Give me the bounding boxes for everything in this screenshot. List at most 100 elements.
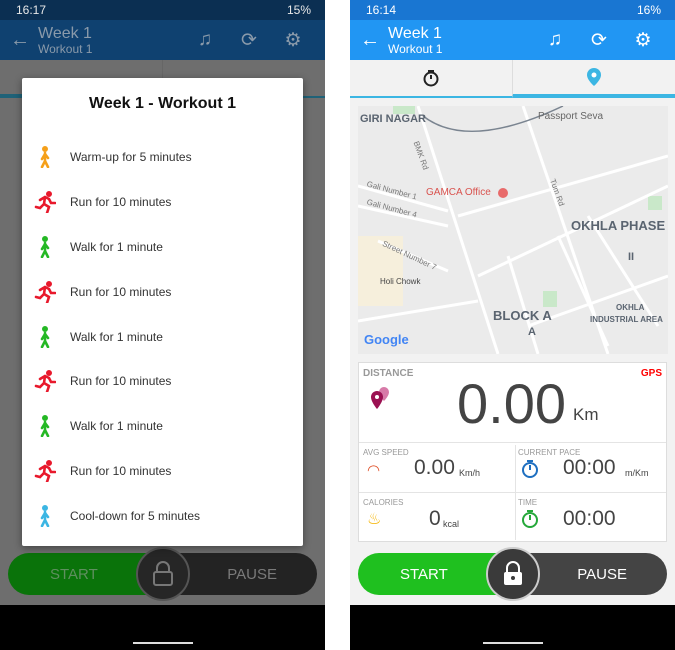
run-icon <box>34 459 56 482</box>
walk-icon <box>40 146 50 169</box>
lock-button[interactable] <box>486 547 540 601</box>
walk-icon <box>40 504 50 527</box>
lock-icon <box>504 561 522 585</box>
tab-map[interactable] <box>512 60 675 98</box>
title: Week 1 <box>38 24 92 42</box>
run-icon <box>34 370 56 393</box>
map-label: BLOCK A <box>493 308 552 323</box>
step-item: Walk for 1 minute <box>22 404 303 449</box>
step-item: Warm-up for 5 minutes <box>22 135 303 180</box>
nav-bar <box>0 605 325 650</box>
location-pin-icon <box>587 68 601 86</box>
dialog-title: Week 1 - Workout 1 <box>89 95 236 112</box>
map-label: OKHLA PHASE <box>571 218 666 233</box>
subtitle: Workout 1 <box>388 41 443 56</box>
distance-unit: Km <box>573 405 599 424</box>
pace-stopwatch-icon <box>522 460 538 478</box>
step-item: Cool-down for 5 minutes <box>22 493 303 538</box>
map-label: OKHLA <box>616 303 645 312</box>
title: Week 1 <box>388 24 442 42</box>
lock-button[interactable] <box>136 547 190 601</box>
calories-label: CALORIES <box>363 498 404 507</box>
map-label: Holi Chowk <box>380 277 421 286</box>
home-handle[interactable] <box>133 642 193 644</box>
tab-timer[interactable] <box>350 60 512 98</box>
distance-label: DISTANCE <box>363 368 414 379</box>
avg-speed-label: AVG SPEED <box>363 448 409 457</box>
avg-speed-unit: Km/h <box>459 468 481 478</box>
divider <box>515 445 516 540</box>
walk-icon <box>40 415 50 438</box>
divider <box>359 492 666 493</box>
time-stopwatch-icon <box>522 510 538 528</box>
status-bar: 16:14 16% <box>350 0 675 20</box>
distance-pins-icon <box>371 387 389 409</box>
walk-icon <box>40 325 50 348</box>
music-icon[interactable]: ♫ <box>183 29 227 51</box>
map-label: GAMCA Office <box>426 187 491 198</box>
lock-icon <box>153 561 173 586</box>
status-bar: 16:17 15% <box>0 0 325 20</box>
tabs <box>350 60 675 98</box>
distance-value: 0.00 <box>457 372 566 435</box>
back-arrow-icon[interactable]: ← <box>10 29 38 52</box>
home-handle[interactable] <box>483 642 543 644</box>
google-logo: Google <box>364 332 409 347</box>
steps-list: Warm-up for 5 minutes Run for 10 minutes W… <box>22 135 303 538</box>
walk-icon <box>40 235 50 258</box>
subtitle: Workout 1 <box>38 41 93 56</box>
status-time: 16:17 <box>16 3 47 17</box>
stopwatch-icon <box>423 70 439 87</box>
back-arrow-icon[interactable]: ← <box>360 29 388 52</box>
status-battery: 16% <box>636 3 661 17</box>
app-bar: ← Week 1 Workout 1 ♫ ⟳ ⚙ <box>350 20 675 60</box>
map-label: A <box>528 326 536 338</box>
gear-icon[interactable]: ⚙ <box>621 29 665 52</box>
step-label: Run for 10 minutes <box>70 463 172 478</box>
step-item: Walk for 1 minute <box>22 225 303 270</box>
avg-speed-value: 0.00 <box>414 456 455 479</box>
step-label: Walk for 1 minute <box>70 329 163 344</box>
step-label: Run for 10 minutes <box>70 374 172 389</box>
status-time: 16:14 <box>366 3 397 17</box>
map-label: INDUSTRIAL AREA <box>590 315 663 324</box>
hospital-marker-icon[interactable] <box>498 188 508 198</box>
map-label: II <box>628 251 635 263</box>
time-value: 00:00 <box>563 507 616 530</box>
step-label: Run for 10 minutes <box>70 195 172 210</box>
divider <box>359 442 666 443</box>
step-item: Run for 10 minutes <box>22 359 303 404</box>
run-icon <box>34 191 56 214</box>
step-item: Run for 10 minutes <box>22 269 303 314</box>
step-item: Run for 10 minutes <box>22 449 303 494</box>
current-pace-unit: m/Km <box>625 468 649 478</box>
music-icon[interactable]: ♫ <box>533 29 577 51</box>
current-pace-value: 00:00 <box>563 456 616 479</box>
map-label: GIRI NAGAR <box>360 113 426 125</box>
rotate-icon[interactable]: ⟳ <box>577 29 621 52</box>
status-battery: 15% <box>286 3 311 17</box>
left-screen: 16:17 15% ← Week 1 Workout 1 ♫ ⟳ ⚙ START … <box>0 0 325 650</box>
run-icon <box>34 280 56 303</box>
right-screen: 16:14 16% ← Week 1 Workout 1 ♫ ⟳ ⚙ GIRI N… <box>350 0 675 650</box>
workout-dialog: Week 1 - Workout 1 Warm-up for 5 minutes… <box>22 78 303 546</box>
stats-card: DISTANCE GPS 0.00 Km AVG SPEED ◠ 0.00 Km… <box>358 362 667 542</box>
calories-value: 0 <box>429 507 441 530</box>
step-label: Run for 10 minutes <box>70 284 172 299</box>
map-label: Passport Seva <box>538 111 604 122</box>
time-label: TIME <box>518 498 538 507</box>
app-bar: ← Week 1 Workout 1 ♫ ⟳ ⚙ <box>0 20 325 60</box>
map-view[interactable]: GIRI NAGAR Passport Seva BMK Rd Gali Num… <box>358 106 668 354</box>
step-label: Walk for 1 minute <box>70 419 163 434</box>
gps-indicator: GPS <box>640 368 662 379</box>
step-label: Warm-up for 5 minutes <box>70 150 192 165</box>
calories-unit: kcal <box>443 519 460 529</box>
rotate-icon[interactable]: ⟳ <box>227 29 271 52</box>
step-label: Walk for 1 minute <box>70 239 163 254</box>
step-item: Run for 10 minutes <box>22 180 303 225</box>
flame-icon: ♨ <box>367 511 382 528</box>
speedometer-icon: ◠ <box>367 462 381 479</box>
step-item: Walk for 1 minute <box>22 314 303 359</box>
gear-icon[interactable]: ⚙ <box>271 29 315 52</box>
step-label: Cool-down for 5 minutes <box>70 508 201 523</box>
